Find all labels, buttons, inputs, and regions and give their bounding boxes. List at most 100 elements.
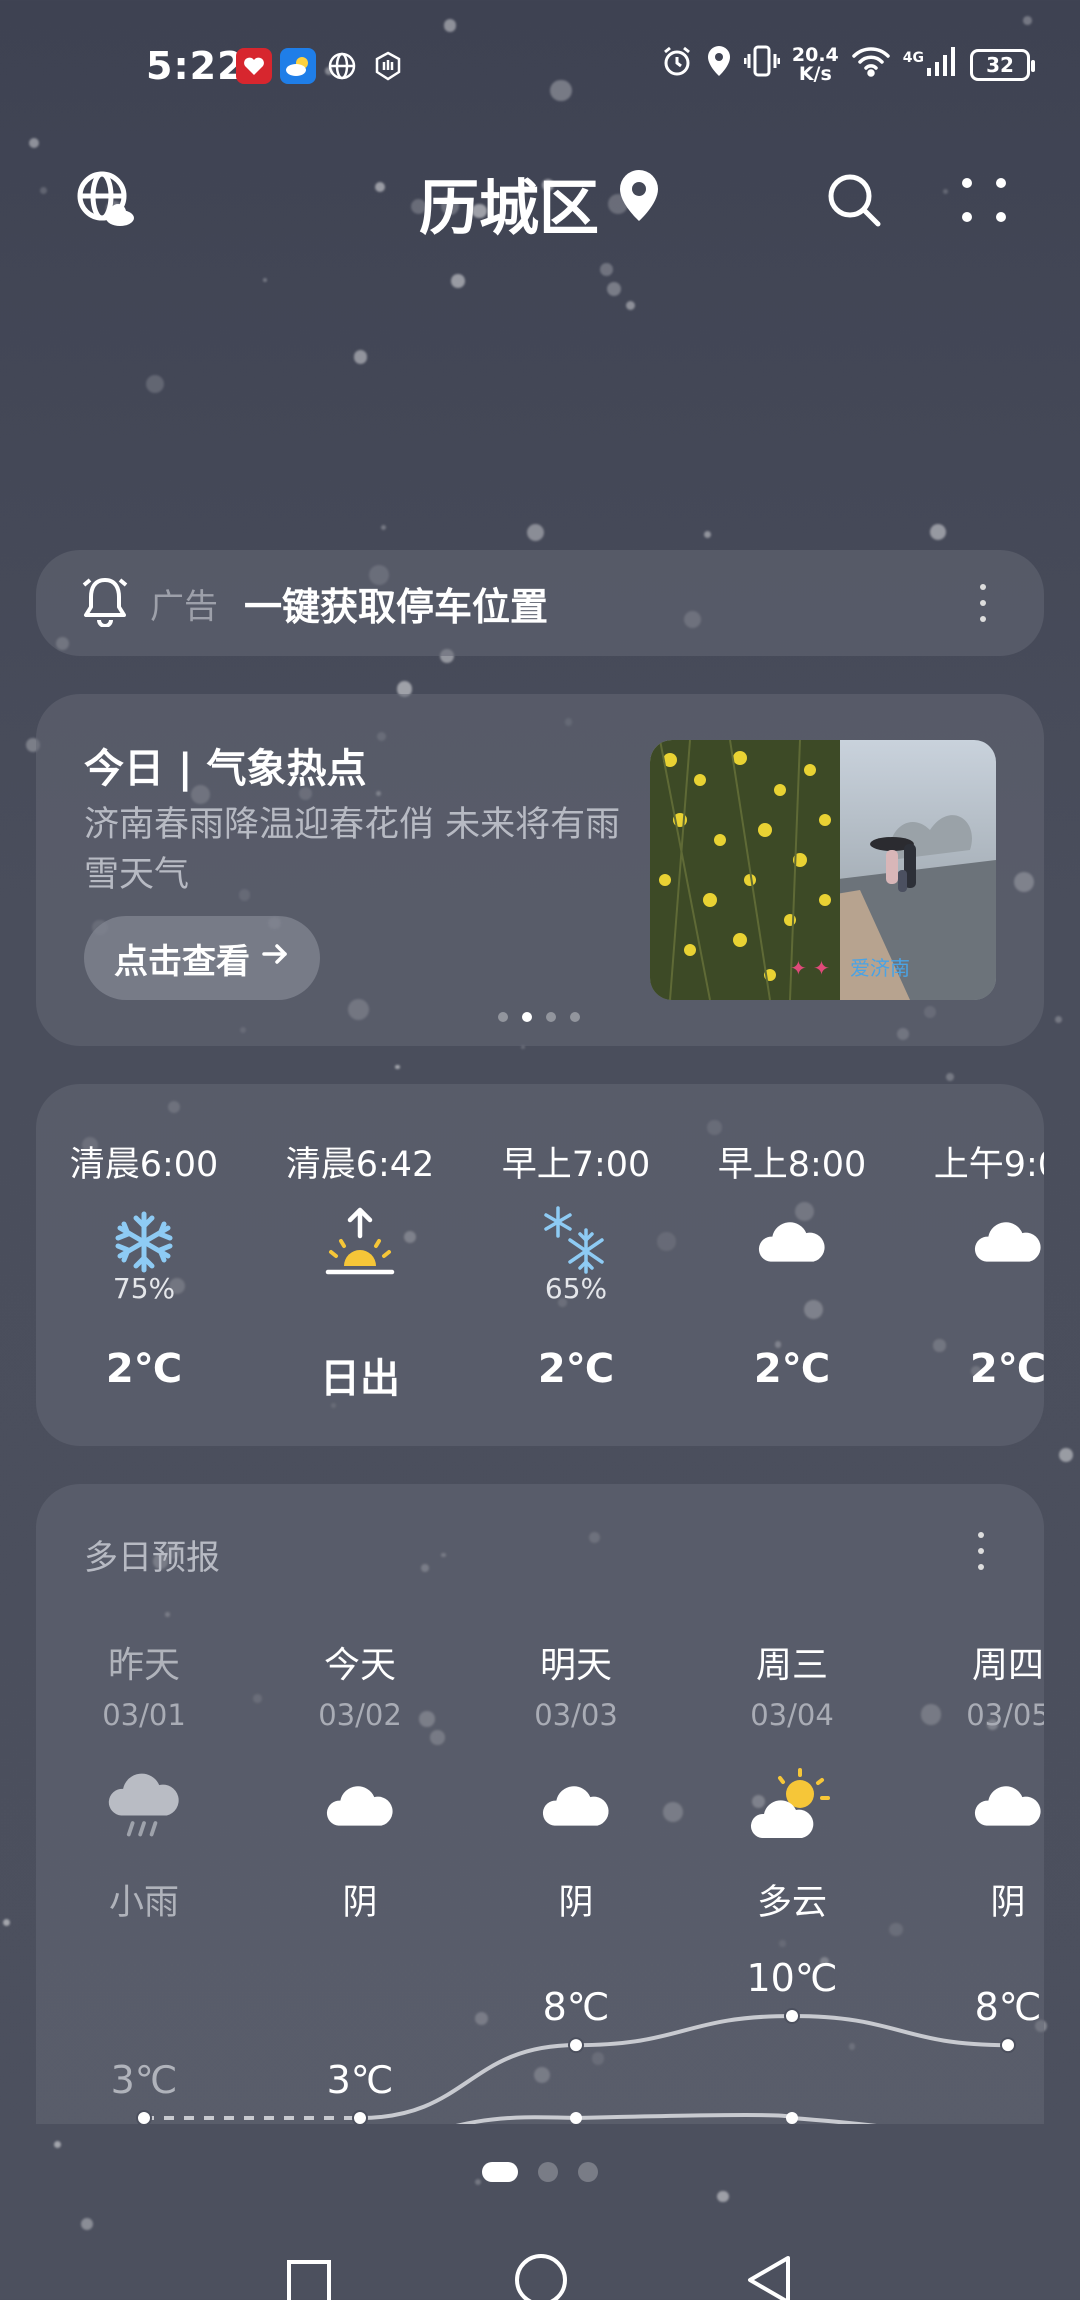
snowflake-particle: [80, 2217, 93, 2230]
high-temp-label: 3℃: [110, 2058, 178, 2102]
snowflake-particle: [703, 530, 711, 539]
view-news-button[interactable]: 点击查看: [84, 916, 320, 1000]
snowflake-particle: [946, 1073, 955, 1082]
app-header: 历城区: [0, 150, 1080, 250]
status-time: 5:22: [146, 44, 245, 88]
svg-text:✦ ✦: ✦ ✦: [790, 956, 830, 980]
high-temp-label: 3℃: [326, 2058, 394, 2102]
cloud-icon: [752, 1202, 832, 1282]
high-temp-point: [784, 2008, 800, 2024]
snowflake-particle: [353, 350, 368, 365]
shield-icon: [370, 48, 406, 84]
status-bar: 5:22 20.4 K/s 4G 32: [0, 0, 1080, 130]
high-temp-line: [359, 2013, 1009, 2120]
snowflake-particle: [451, 274, 465, 288]
news-title: 今日 | 气象热点: [84, 746, 367, 792]
bell-icon: [82, 575, 128, 631]
snowflake-particle: [600, 263, 613, 277]
vibrate-icon: [743, 44, 781, 85]
news-page-dot: [570, 1012, 580, 1022]
news-image[interactable]: ✦ ✦ 爱济南: [650, 740, 996, 1000]
search-icon[interactable]: [814, 160, 894, 240]
page-dot: [578, 2162, 598, 2182]
high-temp-point: [568, 2037, 584, 2054]
low-temp-line: [455, 2113, 877, 2124]
low-temp-point: [570, 2112, 582, 2124]
snowflake-icon: [104, 1202, 184, 1282]
location-icon: [706, 44, 732, 85]
snowflake-particle: [146, 375, 165, 394]
hour-temperature: 日出: [320, 1356, 400, 1402]
snowflake-particle: [3, 1918, 11, 1926]
cloud-icon: [968, 1202, 1044, 1282]
hour-time: 清晨6:42: [285, 1145, 435, 1185]
arrow-right-icon: [260, 938, 290, 978]
high-temp-label: 8℃: [542, 1985, 610, 2030]
low-temp-point: [786, 2112, 798, 2124]
location-title[interactable]: 历城区: [419, 160, 599, 247]
battery-indicator: 32: [970, 48, 1035, 81]
news-subtitle: 济南春雨降温迎春花俏 未来将有雨雪天气: [84, 805, 621, 895]
home-button[interactable]: [514, 2250, 568, 2300]
weather-news-card[interactable]: 今日 | 气象热点 济南春雨降温迎春花俏 未来将有雨雪天气 点击查看 ✦ ✦ 爱…: [36, 694, 1044, 1046]
snowflake-particle: [526, 524, 544, 542]
ad-more-icon[interactable]: [968, 584, 998, 622]
high-temp-point: [1000, 2037, 1016, 2054]
heavy-snow-icon: [536, 1202, 616, 1282]
view-news-label: 点击查看: [114, 941, 250, 982]
more-grid-icon[interactable]: [944, 160, 1024, 240]
news-page-indicator: [498, 1012, 580, 1022]
snowflake-particle: [930, 524, 947, 540]
snowflake-particle: [53, 2141, 61, 2149]
snowflake-particle: [380, 525, 386, 531]
hour-temperature: 2℃: [969, 1346, 1044, 1392]
svg-text:爱济南: 爱济南: [850, 956, 910, 980]
signal-icon: [926, 46, 958, 83]
hour-time: 上午9:00: [933, 1145, 1044, 1185]
snowflake-particle: [394, 1064, 400, 1070]
location-pin-icon: [617, 168, 661, 239]
back-button[interactable]: [746, 2250, 792, 2300]
snowflake-particle: [606, 282, 621, 297]
network-type: 4G: [902, 49, 924, 66]
hour-time: 早上8:00: [717, 1145, 867, 1185]
page-dot: [538, 2162, 558, 2182]
page-indicator: [0, 2162, 1080, 2182]
snowflake-particle: [626, 300, 636, 310]
temperature-curve: [136, 2008, 1016, 2124]
high-temp-point: [352, 2110, 368, 2124]
snowflake-particle: [262, 278, 267, 283]
snowflake-particle: [29, 138, 40, 149]
high-temp-point: [136, 2110, 152, 2124]
hourly-forecast-card[interactable]: 清晨6:00 75% 2℃ 清晨6:42 日出 早上7:00 65% 2℃ 早上…: [36, 1084, 1044, 1446]
high-temp-label: 10℃: [746, 1956, 838, 2000]
wifi-icon: [851, 45, 891, 84]
hour-time: 清晨6:00: [69, 1145, 219, 1185]
precip-probability: 75%: [112, 1272, 176, 1305]
snowflake-particle: [717, 2190, 730, 2203]
hour-temperature: 2℃: [105, 1346, 183, 1392]
sunrise-icon: [320, 1202, 400, 1282]
weather-app-icon: [280, 48, 316, 84]
ad-text[interactable]: 一键获取停车位置: [244, 576, 968, 631]
app-red-icon: [236, 48, 272, 84]
snowflake-particle: [521, 1045, 526, 1050]
navigation-bar: [0, 2250, 1080, 2300]
hour-temperature: 2℃: [753, 1346, 831, 1392]
news-page-dot: [546, 1012, 556, 1022]
recent-apps-button[interactable]: [286, 2250, 332, 2300]
high-temp-label: 8℃: [974, 1985, 1042, 2030]
ad-tag: 广告: [150, 586, 218, 627]
hour-temperature: 2℃: [537, 1346, 615, 1392]
snowflake-particle: [1059, 1448, 1074, 1462]
page-dot: [482, 2162, 518, 2182]
snowflake-particle: [1054, 1016, 1062, 1024]
ad-banner[interactable]: 广告 一键获取停车位置: [36, 550, 1044, 656]
network-speed: 20.4 K/s: [791, 43, 839, 85]
hour-time: 早上7:00: [501, 1145, 651, 1185]
alarm-icon: [660, 44, 694, 85]
globe-icon: [324, 48, 360, 84]
news-page-dot: [498, 1012, 508, 1022]
daily-forecast-card[interactable]: 多日预报 昨天 03/01 小雨 今天 03/02 阴 明天 03/03 阴 周…: [36, 1484, 1044, 2124]
precip-probability: 65%: [544, 1272, 608, 1305]
